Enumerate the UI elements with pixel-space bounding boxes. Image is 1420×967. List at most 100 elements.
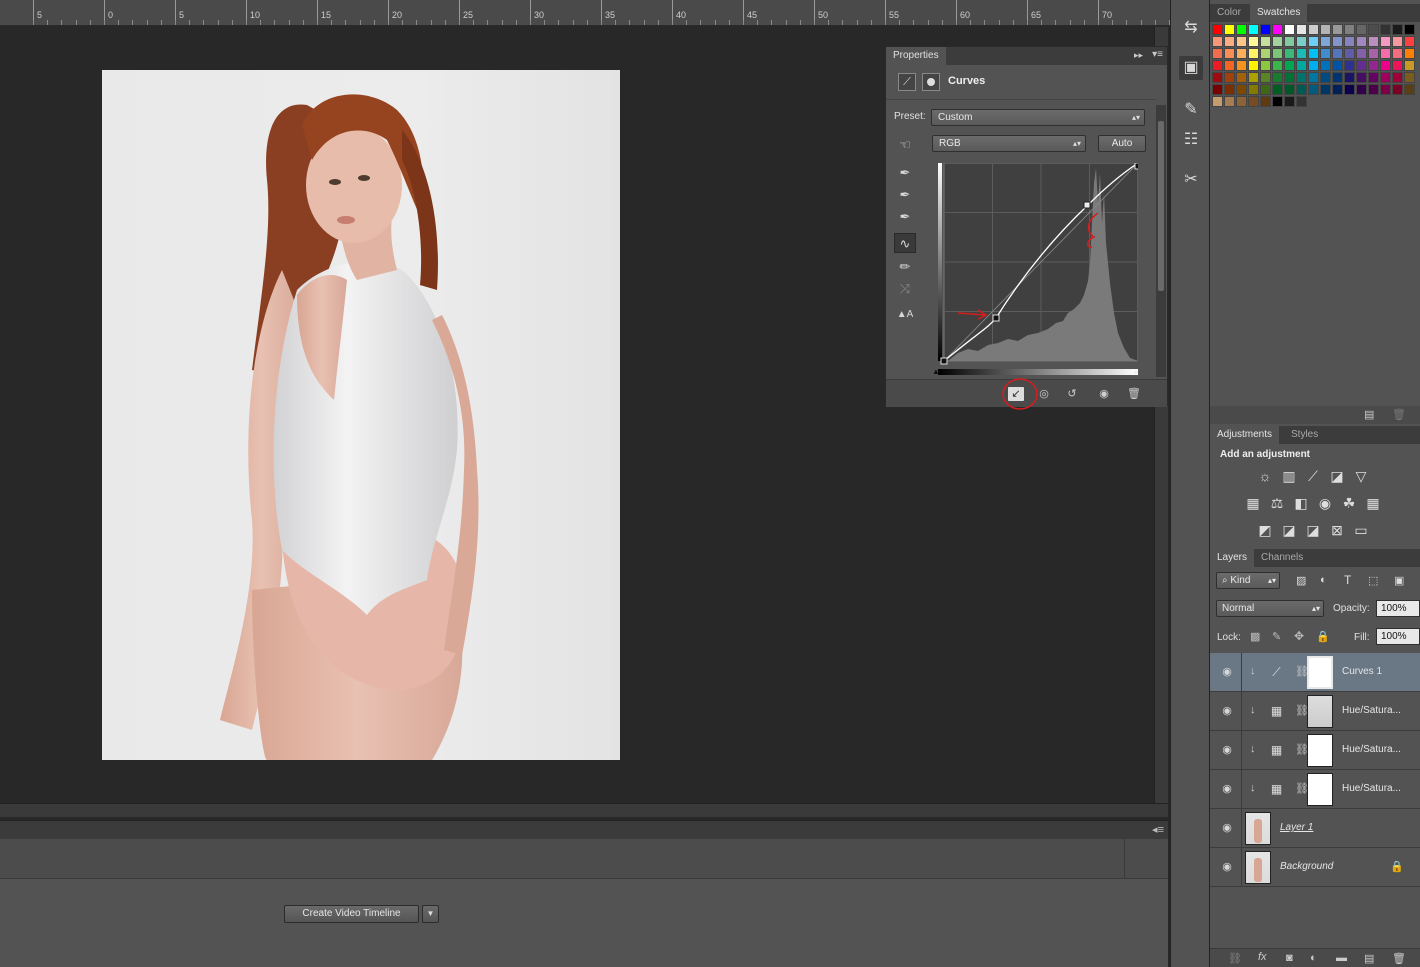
- swatch[interactable]: [1356, 60, 1367, 71]
- photo-filter-icon[interactable]: ◉: [1315, 494, 1335, 512]
- swatch[interactable]: [1404, 72, 1415, 83]
- layer-name[interactable]: Background: [1280, 861, 1333, 872]
- swatch[interactable]: [1332, 36, 1343, 47]
- swatch[interactable]: [1284, 36, 1295, 47]
- swatch[interactable]: [1404, 48, 1415, 59]
- tab-properties[interactable]: Properties: [886, 47, 946, 65]
- tab-color[interactable]: Color: [1210, 4, 1248, 22]
- brush-presets-icon[interactable]: ✎: [1179, 98, 1203, 122]
- visibility-eye-icon[interactable]: ◉: [1096, 387, 1112, 401]
- layer-mask-thumbnail[interactable]: [1307, 773, 1333, 806]
- layer-mask-thumbnail[interactable]: [1307, 695, 1333, 728]
- brightness-icon[interactable]: ☼: [1255, 467, 1275, 485]
- swatch[interactable]: [1272, 96, 1283, 107]
- white-point-slider[interactable]: ▲: [1132, 367, 1140, 376]
- curve-point-tool-icon[interactable]: ∿: [894, 233, 916, 253]
- swatch[interactable]: [1332, 72, 1343, 83]
- threshold-icon[interactable]: ◪: [1303, 521, 1323, 539]
- swatch[interactable]: [1260, 96, 1271, 107]
- create-video-timeline-button[interactable]: Create Video Timeline: [284, 905, 419, 923]
- swatch[interactable]: [1332, 24, 1343, 35]
- visibility-eye-icon[interactable]: ◉: [1220, 782, 1234, 796]
- swatch[interactable]: [1284, 84, 1295, 95]
- swatch[interactable]: [1296, 60, 1307, 71]
- swatch[interactable]: [1212, 48, 1223, 59]
- curves-graph[interactable]: [938, 163, 1138, 365]
- swatch[interactable]: [1368, 72, 1379, 83]
- swatch[interactable]: [1296, 84, 1307, 95]
- swatch[interactable]: [1236, 60, 1247, 71]
- swatch[interactable]: [1260, 48, 1271, 59]
- swatch[interactable]: [1284, 24, 1295, 35]
- curve-point[interactable]: [1083, 201, 1091, 209]
- visibility-eye-icon[interactable]: ◉: [1220, 860, 1234, 874]
- swatch[interactable]: [1320, 84, 1331, 95]
- swatch[interactable]: [1404, 84, 1415, 95]
- layer-name[interactable]: Hue/Satura...: [1342, 705, 1401, 716]
- swatch[interactable]: [1356, 72, 1367, 83]
- add-mask-icon[interactable]: ◙: [1286, 952, 1293, 964]
- color-lookup-icon[interactable]: ▦: [1363, 494, 1383, 512]
- swatch[interactable]: [1320, 60, 1331, 71]
- swatch[interactable]: [1284, 96, 1295, 107]
- swatch[interactable]: [1320, 72, 1331, 83]
- swatch[interactable]: [1224, 48, 1235, 59]
- swatch[interactable]: [1320, 24, 1331, 35]
- swatch[interactable]: [1344, 24, 1355, 35]
- opacity-input[interactable]: 100%: [1376, 600, 1420, 617]
- swatch[interactable]: [1356, 84, 1367, 95]
- type-filter-icon[interactable]: T: [1344, 573, 1351, 587]
- link-layers-icon[interactable]: ⛓: [1228, 952, 1242, 965]
- swatch[interactable]: [1212, 84, 1223, 95]
- swatch[interactable]: [1260, 36, 1271, 47]
- swatch[interactable]: [1380, 24, 1391, 35]
- swatch[interactable]: [1392, 84, 1403, 95]
- swatch[interactable]: [1272, 60, 1283, 71]
- curve-point[interactable]: [992, 314, 1000, 322]
- vibrance-icon[interactable]: ▽: [1351, 467, 1371, 485]
- lock-position-icon[interactable]: ✥: [1294, 629, 1304, 643]
- swatch[interactable]: [1284, 60, 1295, 71]
- view-previous-state-icon[interactable]: ◎: [1036, 387, 1052, 401]
- smart-object-filter-icon[interactable]: ▣: [1394, 574, 1404, 587]
- layer-name[interactable]: Hue/Satura...: [1342, 783, 1401, 794]
- swatch[interactable]: [1368, 60, 1379, 71]
- swatch[interactable]: [1380, 36, 1391, 47]
- lock-all-icon[interactable]: 🔒: [1316, 630, 1330, 643]
- channel-dropdown[interactable]: RGB ▴▾: [932, 135, 1086, 152]
- swatch[interactable]: [1224, 96, 1235, 107]
- swatch[interactable]: [1392, 48, 1403, 59]
- swatch[interactable]: [1248, 72, 1259, 83]
- collapse-icon[interactable]: ▸▸: [1134, 50, 1143, 61]
- swatch[interactable]: [1308, 72, 1319, 83]
- shape-filter-icon[interactable]: ⬚: [1368, 574, 1378, 587]
- swatch[interactable]: [1368, 36, 1379, 47]
- swatch[interactable]: [1212, 96, 1223, 107]
- curves-icon[interactable]: ⟋: [1303, 467, 1323, 485]
- trash-icon[interactable]: 🗑: [1392, 952, 1406, 965]
- levels-icon[interactable]: ▥: [1279, 467, 1299, 485]
- curve-point[interactable]: [940, 357, 948, 365]
- swatch[interactable]: [1332, 48, 1343, 59]
- swatch[interactable]: [1248, 84, 1259, 95]
- swatch[interactable]: [1248, 60, 1259, 71]
- swatch[interactable]: [1224, 72, 1235, 83]
- swatch[interactable]: [1212, 36, 1223, 47]
- clipping-warning-icon[interactable]: ▲A: [894, 305, 916, 325]
- swatch[interactable]: [1344, 72, 1355, 83]
- layer-mask-thumbnail[interactable]: [1307, 734, 1333, 767]
- visibility-eye-icon[interactable]: ◉: [1220, 704, 1234, 718]
- tab-swatches[interactable]: Swatches: [1250, 4, 1308, 22]
- document-image[interactable]: [102, 70, 620, 760]
- tab-layers[interactable]: Layers: [1210, 549, 1255, 567]
- visibility-eye-icon[interactable]: ◉: [1220, 821, 1234, 835]
- swatch[interactable]: [1260, 84, 1271, 95]
- swatch[interactable]: [1212, 24, 1223, 35]
- pencil-tool-icon[interactable]: ✏: [894, 257, 916, 277]
- black-white-icon[interactable]: ◧: [1291, 494, 1311, 512]
- history-icon[interactable]: ⇆: [1179, 16, 1203, 40]
- swatch[interactable]: [1392, 36, 1403, 47]
- layer-name[interactable]: Hue/Satura...: [1342, 744, 1401, 755]
- swatch[interactable]: [1380, 60, 1391, 71]
- swatch[interactable]: [1380, 84, 1391, 95]
